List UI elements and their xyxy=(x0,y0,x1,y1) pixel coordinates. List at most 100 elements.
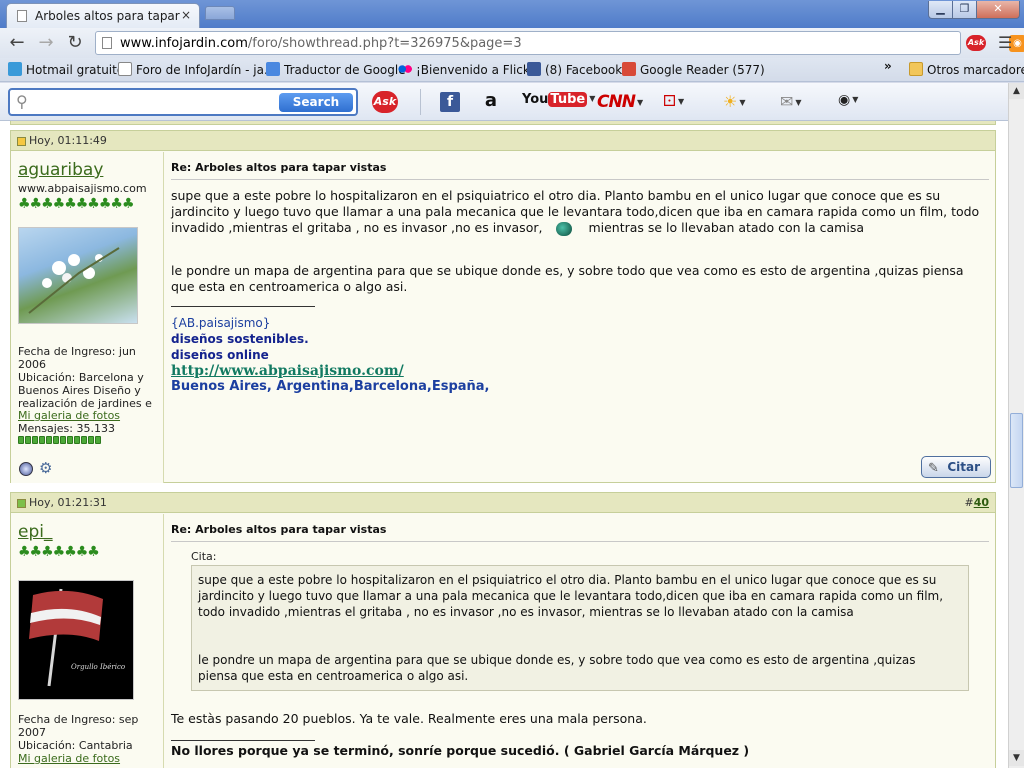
mail-icon[interactable]: ✉ ▼ xyxy=(780,92,816,112)
post-status-icon xyxy=(17,137,26,146)
bookmark-facebook[interactable]: (8) Facebook xyxy=(527,62,622,77)
close-window-button[interactable]: ✕ xyxy=(976,1,1020,19)
ask-toolbar: ⚲ Search Ask f a You Tube ▼ CNN ▼ ⚀ ▼ ☀ ▼ ✉ ▼ … xyxy=(0,83,1010,121)
quote-button[interactable]: ✎ Citar xyxy=(921,456,991,478)
post-divider xyxy=(171,179,989,180)
scroll-thumb[interactable] xyxy=(1010,413,1023,488)
signature-cities: Buenos Aires, Argentina,Barcelona,España… xyxy=(171,379,490,394)
search-icon: ⚲ xyxy=(16,92,28,111)
back-button[interactable]: ← xyxy=(6,32,28,54)
user-gallery-link[interactable]: Mi galeria de fotos xyxy=(18,752,120,765)
user-location: Ubicación: Barcelona y Buenos Aires Dise… xyxy=(18,371,152,410)
ask-search-input[interactable] xyxy=(38,94,278,110)
quote-text: le pondre un mapa de argentina para que … xyxy=(198,653,916,683)
forum-post: Hoy, 01:21:31 #40 epi_ ♣♣♣♣♣♣♣ Orgullo I… xyxy=(10,492,996,768)
other-bookmarks[interactable]: Otros marcadores xyxy=(909,62,1024,77)
scroll-up-arrow-icon[interactable]: ▲ xyxy=(1009,83,1024,99)
menu-icon[interactable]: ☰ xyxy=(998,33,1012,52)
ask-logo-icon[interactable]: Ask xyxy=(372,91,398,113)
reload-button[interactable]: ↻ xyxy=(64,32,86,54)
folder-icon xyxy=(909,62,923,76)
address-bar[interactable]: www.infojardin.com/foro/showthread.php?t… xyxy=(95,31,1024,55)
maximize-button[interactable]: ❐ xyxy=(952,1,977,19)
youtube-icon[interactable]: You Tube ▼ xyxy=(522,92,595,112)
tab-close-icon[interactable]: × xyxy=(181,8,191,22)
bookmark-google-reader[interactable]: Google Reader (577) xyxy=(622,62,765,77)
online-status-icon xyxy=(19,462,33,476)
bookmark-translate[interactable]: Traductor de Google xyxy=(266,62,406,77)
facebook-icon[interactable]: f xyxy=(440,92,460,112)
smiley-icon xyxy=(556,222,573,236)
reputation-clovers-icon: ♣♣♣♣♣♣♣ xyxy=(18,544,100,560)
post-status-icon xyxy=(17,499,26,508)
username-link[interactable]: epi_ xyxy=(18,522,52,542)
ask-search-box: ⚲ Search xyxy=(8,88,358,116)
amazon-icon[interactable]: a xyxy=(480,92,502,112)
reader-icon xyxy=(622,62,636,76)
user-post-count: Mensajes: 35.133 xyxy=(18,422,115,435)
user-website: www.abpaisajismo.com xyxy=(18,182,147,195)
post-text-paragraph: le pondre un mapa de argentina para que … xyxy=(171,263,964,294)
title-bar: Arboles altos para tapar vistas × ▁ ❐ ✕ xyxy=(0,0,1024,28)
post-title: Re: Arboles altos para tapar vistas xyxy=(171,523,387,536)
post-body: Re: Arboles altos para tapar vistas Cita… xyxy=(171,514,991,768)
quote-box: supe que a este pobre lo hospitalizaron … xyxy=(191,565,969,691)
tab-active[interactable]: Arboles altos para tapar vistas × xyxy=(6,3,200,28)
signature-line: diseños sostenibles. xyxy=(171,332,309,346)
cnn-icon[interactable]: CNN ▼ xyxy=(597,92,643,112)
reputation-bar xyxy=(18,436,101,444)
ask-extension-icon[interactable]: Ask xyxy=(966,35,986,51)
url-text[interactable]: www.infojardin.com/foro/showthread.php?t… xyxy=(120,36,522,51)
user-avatar xyxy=(18,227,138,324)
bookmarks-overflow-button[interactable]: » xyxy=(884,59,892,73)
post-header: Hoy, 01:21:31 #40 xyxy=(11,493,995,513)
signature-website-link[interactable]: http://www.abpaisajismo.com/ xyxy=(171,363,490,379)
forward-button[interactable]: → xyxy=(35,32,57,54)
post-number-link[interactable]: 40 xyxy=(974,496,989,509)
previous-post-edge xyxy=(10,121,996,125)
toolbar-divider xyxy=(420,89,421,115)
user-join-date: Fecha de Ingreso: sep 2007 xyxy=(18,713,139,739)
bookmark-infojardin[interactable]: Foro de InfoJardín - ja... xyxy=(118,62,275,77)
post-date: Hoy, 01:21:31 xyxy=(29,496,107,509)
page-icon xyxy=(17,10,27,22)
tab-title: Arboles altos para tapar vistas xyxy=(35,9,180,23)
post-text: supe que a este pobre lo hospitalizaron … xyxy=(171,188,980,236)
flickr-icon xyxy=(398,62,412,76)
minimize-button[interactable]: ▁ xyxy=(928,1,953,19)
quote-text: supe que a este pobre lo hospitalizaron … xyxy=(198,573,944,619)
hotmail-icon xyxy=(8,62,22,76)
browser-toolbar: ← → ↻ www.infojardin.com/foro/showthread… xyxy=(0,28,1024,58)
weather-icon[interactable]: ☀ ▼ xyxy=(723,92,753,112)
page-content: Hoy, 01:11:49 aguaribay www.abpaisajismo… xyxy=(0,121,1008,768)
quote-icon: ✎ xyxy=(928,461,939,476)
signature-divider xyxy=(171,740,315,741)
page-icon xyxy=(118,62,132,76)
new-tab-button[interactable] xyxy=(205,6,235,20)
games-icon[interactable]: ⚀ ▼ xyxy=(663,92,693,112)
reputation-clovers-icon: ♣♣♣♣♣♣♣♣♣♣ xyxy=(18,196,135,212)
scroll-down-arrow-icon[interactable]: ▼ xyxy=(1009,750,1024,766)
signature-line: diseños online xyxy=(171,348,269,362)
user-gallery-link[interactable]: Mi galeria de fotos xyxy=(18,409,120,422)
translate-icon xyxy=(266,62,280,76)
bookmarks-bar: Hotmail gratuito Foro de InfoJardín - ja… xyxy=(0,58,1024,82)
username-link[interactable]: aguaribay xyxy=(18,160,103,180)
search-button[interactable]: Search xyxy=(279,93,353,112)
post-date: Hoy, 01:11:49 xyxy=(29,134,107,147)
user-profile-icon[interactable]: ⚙ xyxy=(39,459,52,477)
dictionary-icon[interactable]: ◉ ▼ xyxy=(838,92,874,112)
bookmark-flickr[interactable]: ¡Bienvenido a Flickr! xyxy=(398,62,540,77)
bookmark-hotmail[interactable]: Hotmail gratuito xyxy=(8,62,124,77)
forum-post: Hoy, 01:11:49 aguaribay www.abpaisajismo… xyxy=(10,130,996,483)
user-avatar: Orgullo Ibérico xyxy=(18,580,134,700)
post-divider xyxy=(171,541,989,542)
flower-avatar-image xyxy=(28,247,120,314)
signature: No llores porque ya se terminó, sonríe p… xyxy=(171,743,750,758)
vertical-scrollbar[interactable]: ▲ ▼ xyxy=(1008,83,1024,768)
user-info: epi_ ♣♣♣♣♣♣♣ Orgullo Ibérico Fecha de In… xyxy=(11,514,164,768)
post-title: Re: Arboles altos para tapar vistas xyxy=(171,161,387,174)
signature-name: {AB.paisajismo} xyxy=(171,316,271,330)
user-location: Ubicación: Cantabria xyxy=(18,739,133,752)
post-text: Te estàs pasando 20 pueblos. Ya te vale.… xyxy=(171,711,647,726)
